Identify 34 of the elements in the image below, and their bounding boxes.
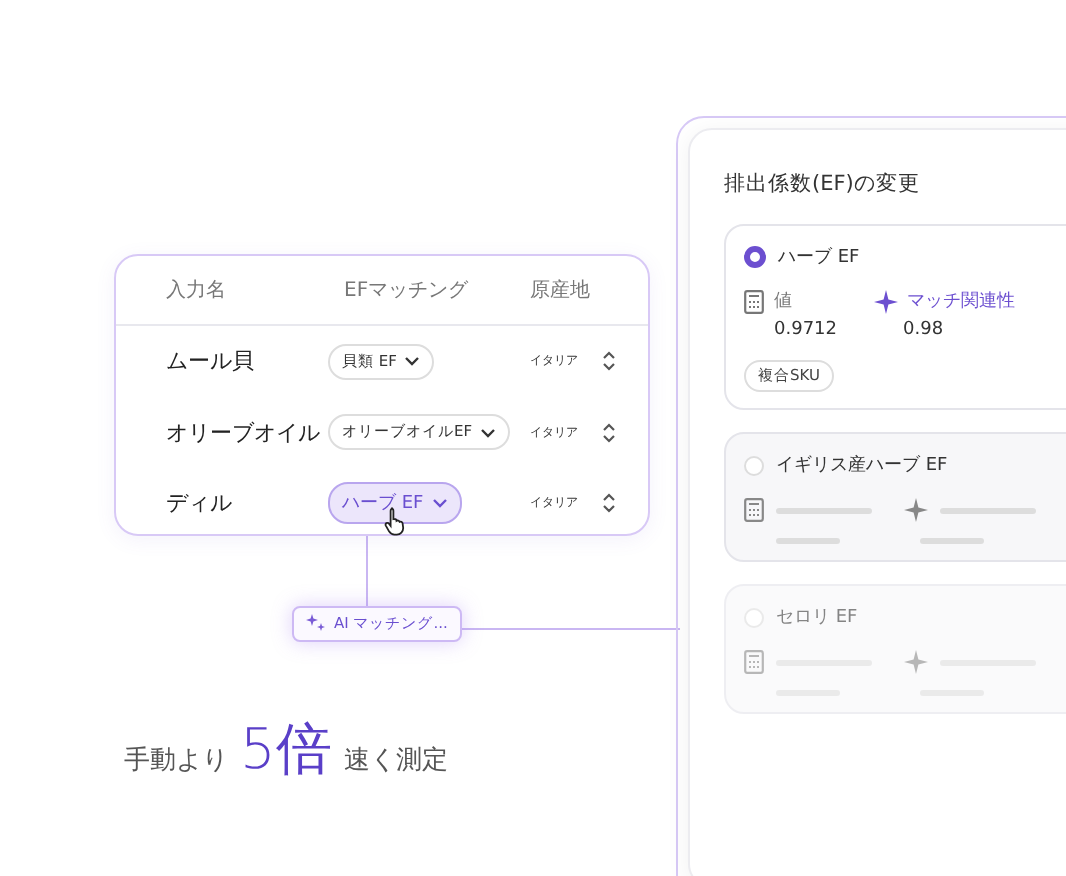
sparkle-icon [873,289,897,313]
sparkle-icon [904,498,928,522]
ingredient-name: ムール貝 [164,346,256,377]
calculator-icon [744,650,764,674]
sparkle-icon [306,614,326,634]
chevron-down-icon [480,427,497,438]
column-header: EFマッチング [342,278,471,304]
headline-highlight: 5倍 [240,714,332,786]
ef-option-card[interactable]: イギリス産ハーブ EF [724,432,1066,562]
relevance-value: 0.98 [901,320,946,340]
panel-title: 排出係数(EF)の変更 [724,170,922,198]
ef-dropdown[interactable]: ハーブ EF [328,482,462,525]
ingredient-name: ディル [164,488,234,519]
calculator-icon [744,498,764,522]
value-label: 値 [774,289,792,314]
ingredient-name: オリーブオイル [164,417,322,448]
sort-arrows-icon[interactable] [602,421,616,444]
column-header: 入力名 [164,277,228,304]
option-label: ハーブ EF [778,245,860,270]
column-header: 原産地 [528,277,592,304]
chevron-down-icon [404,356,421,367]
chevron-down-icon [431,498,448,509]
sparkle-icon [904,650,928,674]
relevance-label: マッチ関連性 [907,289,1015,314]
option-label: セロリ EF [776,606,858,630]
radio-button[interactable] [744,246,766,268]
ef-value: 0.9712 [772,320,837,340]
headline-text: 速く測定 [343,744,448,778]
headline-text: 手動より [124,744,228,778]
sort-arrows-icon[interactable] [602,492,616,515]
ef-option-card[interactable]: セロリ EF [724,584,1066,714]
sort-arrows-icon[interactable] [602,350,616,373]
calculator-icon [744,289,764,313]
option-label: イギリス産ハーブ EF [776,453,948,478]
